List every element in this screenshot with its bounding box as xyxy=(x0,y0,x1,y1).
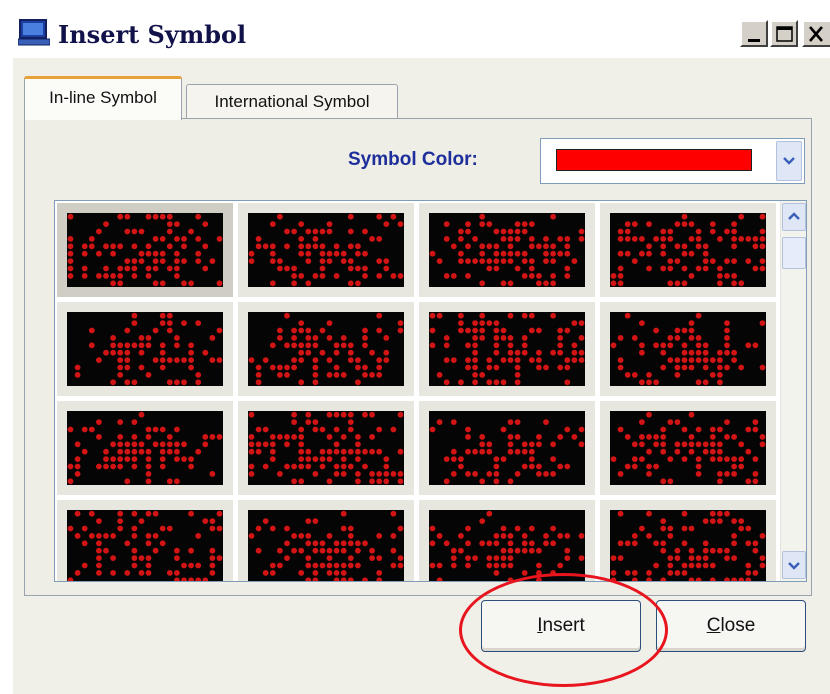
close-window-button[interactable] xyxy=(802,20,830,47)
symbol-shirt[interactable] xyxy=(238,302,414,396)
symbol-grid xyxy=(54,200,807,582)
close-label: lose xyxy=(720,615,756,636)
symbol-helicopter[interactable] xyxy=(57,401,233,495)
symbol-color-label: Symbol Color: xyxy=(348,149,478,170)
minimize-icon xyxy=(748,39,760,42)
monitor-icon xyxy=(18,19,50,46)
maximize-button[interactable] xyxy=(770,20,798,47)
led-display-airplane xyxy=(67,312,223,386)
chevron-down-icon xyxy=(783,157,795,165)
symbol-key[interactable] xyxy=(419,302,595,396)
symbol-tshirt[interactable] xyxy=(600,302,776,396)
tab-inline-symbol[interactable]: In-line Symbol xyxy=(24,76,182,120)
led-display-sun xyxy=(67,213,223,287)
symbol-airplane[interactable] xyxy=(57,302,233,396)
led-display-bus xyxy=(248,213,404,287)
led-display-cross xyxy=(610,510,766,581)
symbol-car[interactable] xyxy=(238,401,414,495)
scroll-down-button[interactable] xyxy=(782,551,806,579)
symbol-bird[interactable] xyxy=(57,500,233,581)
symbol-teapot[interactable] xyxy=(419,401,595,495)
scroll-thumb[interactable] xyxy=(782,237,806,269)
symbol-cross[interactable] xyxy=(600,500,776,581)
symbol-sun[interactable] xyxy=(57,203,233,297)
led-display-bicycle xyxy=(429,510,585,581)
led-display-umbrella xyxy=(429,213,585,287)
maximize-icon xyxy=(776,26,793,42)
title-bar[interactable]: Insert Symbol xyxy=(0,14,830,62)
led-display-bird xyxy=(67,510,223,581)
symbol-pyramid[interactable] xyxy=(600,401,776,495)
close-icon xyxy=(809,26,823,42)
close-accel: C xyxy=(706,615,721,636)
symbol-bicycle[interactable] xyxy=(419,500,595,581)
symbol-umbrella[interactable] xyxy=(419,203,595,297)
led-display-tshirt xyxy=(610,312,766,386)
dropdown-button[interactable] xyxy=(776,141,802,181)
scroll-up-button[interactable] xyxy=(782,203,806,231)
chevron-down-icon xyxy=(788,562,800,570)
minimize-button[interactable] xyxy=(740,20,768,47)
insert-symbol-window: Insert Symbol In-line Symbol Internation… xyxy=(0,0,830,694)
led-display-pyramid xyxy=(610,411,766,485)
symbol-bus[interactable] xyxy=(238,203,414,297)
led-display-glasses xyxy=(610,213,766,287)
led-display-teapot xyxy=(429,411,585,485)
led-display-car xyxy=(248,411,404,485)
close-button[interactable]: Close xyxy=(656,600,806,652)
symbol-color-dropdown[interactable] xyxy=(540,138,805,184)
chevron-up-icon xyxy=(788,212,800,220)
symbol-glasses[interactable] xyxy=(600,203,776,297)
insert-button[interactable]: Insert xyxy=(481,600,641,652)
led-display-key xyxy=(429,312,585,386)
vertical-scrollbar[interactable] xyxy=(780,201,806,581)
symbol-dumbbell[interactable] xyxy=(238,500,414,581)
window-title: Insert Symbol xyxy=(58,20,247,49)
led-display-dumbbell xyxy=(248,510,404,581)
tab-international-symbol[interactable]: International Symbol xyxy=(186,84,398,118)
color-swatch xyxy=(556,149,752,171)
led-display-shirt xyxy=(248,312,404,386)
insert-label: nsert xyxy=(542,615,585,636)
led-display-helicopter xyxy=(67,411,223,485)
